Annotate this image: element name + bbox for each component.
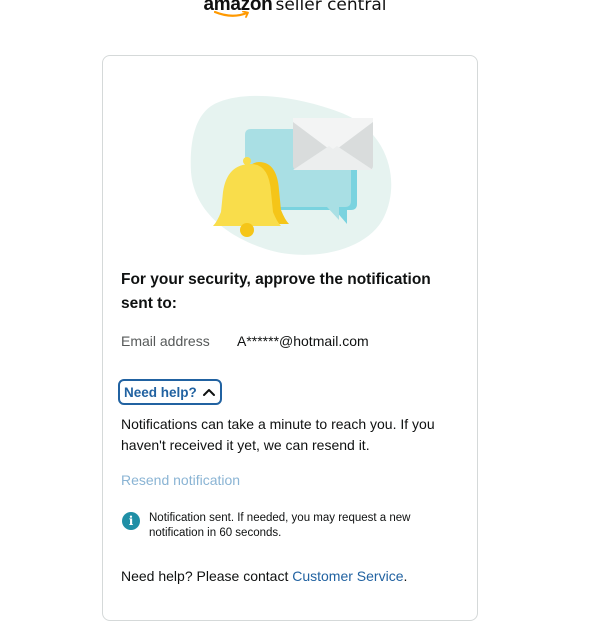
logo-smile-icon [214,11,249,18]
resend-notification-link[interactable]: Resend notification [121,472,240,488]
logo-product-text: seller central [275,0,387,15]
need-help-toggle-button[interactable]: Need help? [118,379,222,405]
contact-row: Need help? Please contact Customer Servi… [121,568,407,584]
email-value: A******@hotmail.com [237,333,369,349]
amazon-seller-central-logo: amazon seller central [0,0,590,24]
contact-suffix: . [403,568,408,584]
contact-prefix: Need help? Please contact [121,568,293,584]
info-alert-text: Notification sent. If needed, you may re… [149,512,411,539]
notification-message: Notifications can take a minute to reach… [121,416,435,453]
verification-card: For your security, approve the notificat… [102,55,478,621]
info-icon: i [122,512,140,530]
chevron-up-icon [202,389,215,396]
notification-illustration [190,95,392,255]
page-title: For your security, approve the notificat… [121,271,431,312]
info-alert: i Notification sent. If needed, you may … [122,511,452,541]
customer-service-link[interactable]: Customer Service [292,568,403,584]
email-label: Email address [121,333,210,349]
email-row: Email address A******@hotmail.com [121,332,369,350]
need-help-label: Need help? [124,384,197,400]
